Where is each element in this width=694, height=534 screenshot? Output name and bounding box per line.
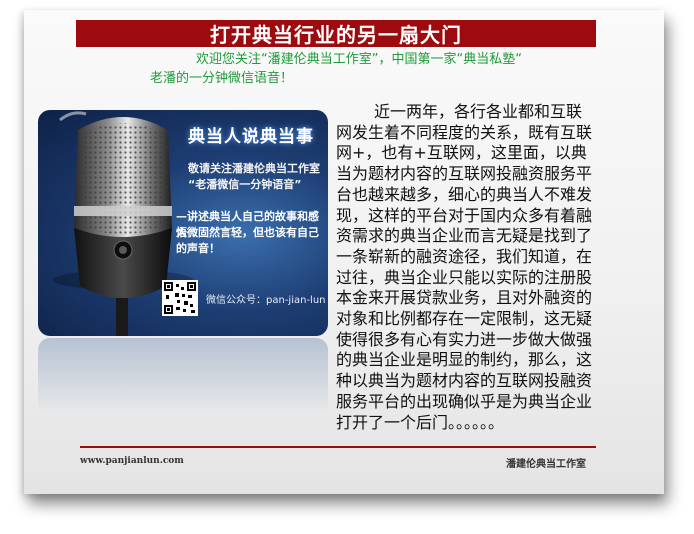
poster-line-2: 人微固然言轻，但也该有自己的声音！ bbox=[176, 226, 319, 255]
wechat-id: 微信公众号：pan-jian-lun bbox=[206, 295, 326, 306]
page-title: 打开典当行业的另一扇大门 bbox=[210, 23, 462, 47]
article-line: 当为题材内容的互联网投融资服务平 bbox=[336, 164, 593, 184]
article-line: 过往，典当企业只能以实际的注册股 bbox=[336, 267, 593, 287]
article-line: 本金来开展贷款业务，且对外融资的 bbox=[336, 288, 593, 308]
article-line: 的典当企业是明显的制约，那么，这 bbox=[336, 350, 593, 370]
article-line: 一条崭新的融资途径，我们知道，在 bbox=[336, 246, 593, 266]
article-line: 网+，也有+互联网，这里面，以典 bbox=[336, 143, 587, 163]
poster-subtitle-2: “老潘微信一分钟语音” bbox=[188, 178, 302, 191]
title-bar: 打开典当行业的另一扇大门 bbox=[76, 20, 596, 47]
article-line: 服务平台的出现确似乎是为典当企业 bbox=[336, 391, 593, 411]
welcome-line-1: 欢迎您关注“潘建伦典当工作室”，中国第一家“典当私塾“ bbox=[196, 52, 522, 67]
welcome-message: 欢迎您关注“潘建伦典当工作室”，中国第一家“典当私塾“ 老潘的一分钟微信语音！ bbox=[150, 50, 640, 88]
footer-studio-name: 潘建伦典当工作室 bbox=[506, 459, 586, 470]
article-line: 台也越来越多，细心的典当人不难发 bbox=[336, 184, 593, 204]
article-line: 种以典当为题材内容的互联网投融资 bbox=[336, 371, 593, 391]
article-line: 使得很多有心有实力进一步做大做强 bbox=[336, 329, 593, 349]
article-body: 近一两年，各行各业都和互联 网发生着不同程度的关系，既有互联 网+，也有+互联网… bbox=[336, 102, 626, 433]
welcome-line-2: 老潘的一分钟微信语音！ bbox=[150, 71, 294, 86]
qr-code-icon bbox=[162, 280, 198, 316]
podcast-poster: 典当人说典当事 敬请关注潘建伦典当工作室 “老潘微信一分钟语音” —讲述典当人自… bbox=[38, 110, 328, 336]
poster-reflection bbox=[38, 338, 328, 428]
article-line: 网发生着不同程度的关系，既有互联 bbox=[336, 122, 593, 142]
poster-subtitle-1: 敬请关注潘建伦典当工作室 bbox=[188, 162, 320, 175]
article-line: 现，这样的平台对于国内众多有着融 bbox=[336, 205, 593, 225]
article-line: 打开了一个后门。。。。。。 bbox=[336, 412, 505, 432]
article-line: 资需求的典当企业而言无疑是找到了 bbox=[336, 226, 593, 246]
poster-title: 典当人说典当事 bbox=[188, 127, 314, 147]
article-line: 对象和比例都存在一定限制，这无疑 bbox=[336, 309, 593, 329]
footer-divider bbox=[80, 446, 596, 448]
footer-website: www.panjianlun.com bbox=[80, 456, 184, 466]
article-line: 近一两年，各行各业都和互联 bbox=[374, 102, 583, 121]
